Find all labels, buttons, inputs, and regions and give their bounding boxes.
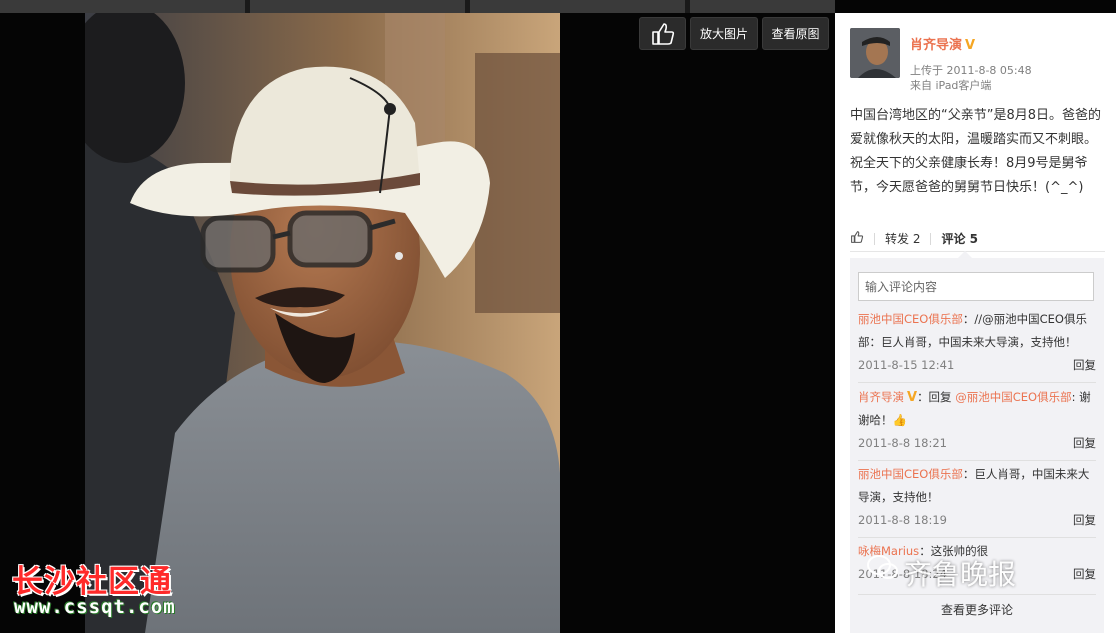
- zoom-image-button[interactable]: 放大图片: [690, 17, 758, 50]
- post-text: 中国台湾地区的“父亲节”是8月8日。爸爸的爱就像秋天的太阳，温暖踏实而又不刺眼。…: [850, 108, 1102, 195]
- divider: [930, 232, 932, 245]
- verified-icon: V: [907, 390, 918, 405]
- image-viewer: 放大图片 查看原图 长沙社区通 www.cssqt.com 肖齐导演 V 上传于 …: [0, 0, 1116, 633]
- comment-meta: 2011-8-8 18:21 回复: [858, 432, 1096, 455]
- comment-author[interactable]: 丽池中国CEO俱乐部: [858, 312, 963, 326]
- thumbnail[interactable]: [250, 0, 465, 13]
- comment-item: 丽池中国CEO俱乐部：巨人肖哥，中国未来大导演，支持他！ 2011-8-8 18…: [858, 463, 1096, 538]
- comment-body: 丽池中国CEO俱乐部：//@丽池中国CEO俱乐部：巨人肖哥，中国未来大导演，支持…: [858, 308, 1096, 354]
- post-time: 上传于 2011-8-8 05:48: [910, 64, 1032, 77]
- site-watermark: 长沙社区通: [12, 564, 172, 600]
- divider: [874, 232, 875, 245]
- reply-button[interactable]: 回复: [1073, 563, 1096, 586]
- comment-input[interactable]: 输入评论内容: [858, 272, 1094, 301]
- comment-mention[interactable]: @丽池中国CEO俱乐部: [955, 390, 1071, 404]
- comment-meta: 2011-8-15 12:41 回复: [858, 354, 1096, 377]
- comment-body: 丽池中国CEO俱乐部：巨人肖哥，中国未来大导演，支持他！: [858, 463, 1096, 509]
- more-comments-link[interactable]: 查看更多评论: [850, 601, 1104, 618]
- post-actions: 转发 2 评论 5: [850, 226, 1105, 252]
- thumbnail[interactable]: [470, 0, 685, 13]
- comment-body: 肖齐导演 V：回复 @丽池中国CEO俱乐部: 谢谢哈！👍: [858, 386, 1096, 432]
- comment-link[interactable]: 评论 5: [941, 230, 978, 247]
- comment-author[interactable]: 肖齐导演: [858, 390, 904, 404]
- post-panel: 肖齐导演 V 上传于 2011-8-8 05:48 来自 iPad客户端 中国台湾…: [835, 13, 1116, 633]
- reply-button[interactable]: 回复: [1073, 509, 1096, 532]
- author-name-text[interactable]: 肖齐导演: [910, 38, 962, 53]
- reply-button[interactable]: 回复: [1073, 354, 1096, 377]
- comment-text: ：回复: [917, 390, 956, 404]
- comment-time: 2011-8-8 18:21: [858, 436, 947, 450]
- comment-author[interactable]: 丽池中国CEO俱乐部: [858, 467, 963, 481]
- comment-time: 2011-8-15 12:41: [858, 358, 955, 372]
- photo-illustration: [85, 13, 560, 633]
- like-button[interactable]: [639, 17, 686, 50]
- wechat-icon: [867, 555, 898, 579]
- main-photo[interactable]: [85, 13, 560, 633]
- author-name[interactable]: 肖齐导演 V: [910, 34, 975, 53]
- avatar-image: [850, 28, 900, 78]
- verified-icon: V: [965, 38, 976, 53]
- comment-meta: 2011-8-8 18:19 回复: [858, 509, 1096, 532]
- comment-item: 丽池中国CEO俱乐部：//@丽池中国CEO俱乐部：巨人肖哥，中国未来大导演，支持…: [858, 308, 1096, 383]
- thumbs-up-icon: [651, 22, 674, 45]
- comment-time: 2011-8-8 18:19: [858, 513, 947, 527]
- thumbs-up-emoji-icon: 👍: [892, 413, 907, 427]
- avatar[interactable]: [850, 28, 900, 78]
- thumbnail-strip[interactable]: [0, 0, 835, 13]
- like-action-icon[interactable]: [850, 230, 864, 247]
- thumbnail[interactable]: [690, 0, 835, 13]
- thumbnail[interactable]: [0, 0, 245, 13]
- reply-button[interactable]: 回复: [1073, 432, 1096, 455]
- newspaper-watermark: 齐鲁晚报: [904, 558, 1017, 591]
- site-url-watermark: www.cssqt.com: [14, 596, 176, 618]
- repost-link[interactable]: 转发 2: [885, 230, 920, 247]
- thumbs-up-icon: [851, 231, 864, 243]
- comment-input-placeholder: 输入评论内容: [865, 280, 938, 294]
- comment-item: 肖齐导演 V：回复 @丽池中国CEO俱乐部: 谢谢哈！👍 2011-8-8 18:…: [858, 386, 1096, 461]
- view-original-button[interactable]: 查看原图: [762, 17, 829, 50]
- post-source[interactable]: 来自 iPad客户端: [910, 77, 991, 93]
